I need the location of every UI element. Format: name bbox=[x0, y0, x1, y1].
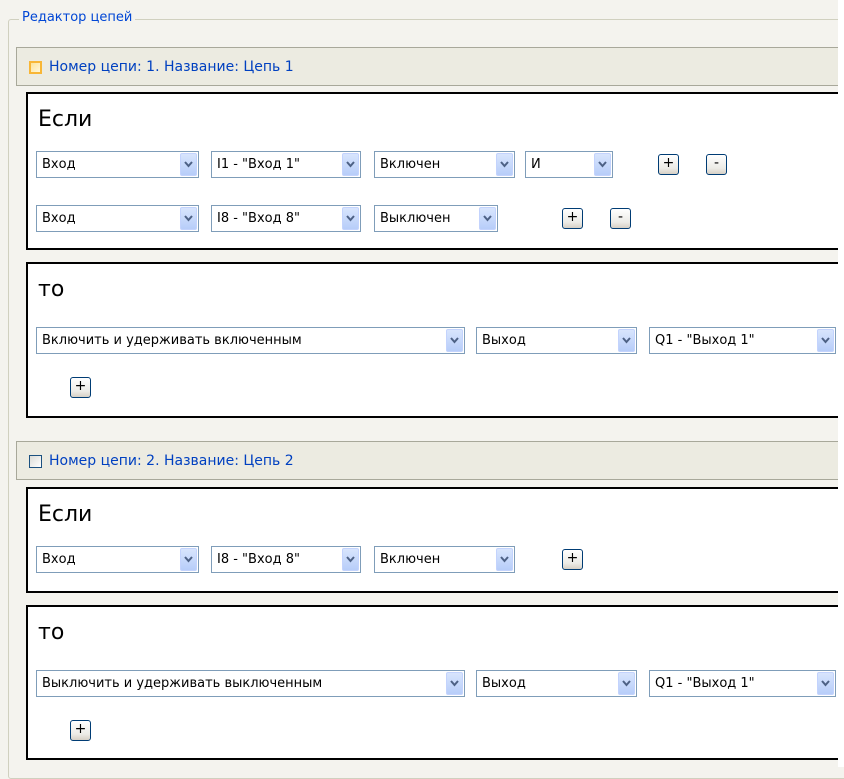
chain-2-if-title: Если bbox=[38, 502, 93, 527]
chain-2-title: Номер цепи: 2. Название: Цепь 2 bbox=[49, 453, 294, 469]
chain-2-if-row-1-state-select[interactable]: Включен bbox=[374, 546, 515, 573]
chevron-down-icon[interactable] bbox=[446, 672, 463, 695]
chain-2-if-row-1-type-select[interactable]: Вход bbox=[36, 546, 199, 573]
chain-2-if-row-1-item-select[interactable]: I8 - "Вход 8" bbox=[211, 546, 361, 573]
chain-1-if-row-2-remove-button[interactable]: - bbox=[610, 208, 631, 229]
chain-2-if-block: Если Вход I8 - "Вход 8" Включен + bbox=[26, 487, 844, 593]
chain-1-then-block: то Включить и удерживать включенным Выхо… bbox=[26, 262, 844, 418]
chain-1-if-row-2-item-select[interactable]: I8 - "Вход 8" bbox=[211, 205, 361, 232]
chain-2-then-row-1-action-select[interactable]: Выключить и удерживать выключенным bbox=[36, 670, 465, 697]
chain-1-then-title: то bbox=[38, 277, 65, 302]
chain-1-if-row-2-type-select[interactable]: Вход bbox=[36, 205, 199, 232]
chevron-down-icon[interactable] bbox=[817, 329, 834, 352]
chevron-down-icon[interactable] bbox=[496, 548, 513, 571]
chain-1-if-row-1-remove-button[interactable]: - bbox=[706, 154, 727, 175]
chain-2-header[interactable]: Номер цепи: 2. Название: Цепь 2 bbox=[16, 441, 844, 480]
chain-1-then-add-button[interactable]: + bbox=[70, 377, 91, 398]
chevron-down-icon[interactable] bbox=[342, 548, 359, 571]
chain-2-if-row-1-add-button[interactable]: + bbox=[562, 549, 583, 570]
chain-1-title: Номер цепи: 1. Название: Цепь 1 bbox=[49, 59, 294, 75]
chevron-down-icon[interactable] bbox=[180, 548, 197, 571]
chain-1-then-row-1-action-select[interactable]: Включить и удерживать включенным bbox=[36, 327, 465, 354]
chain-1-if-title: Если bbox=[38, 107, 93, 132]
chevron-down-icon[interactable] bbox=[817, 672, 834, 695]
chain-1-if-row-1-logic-select[interactable]: И bbox=[525, 151, 613, 178]
chain-1-if-row-1-add-button[interactable]: + bbox=[658, 154, 679, 175]
chevron-down-icon[interactable] bbox=[180, 153, 197, 176]
chevron-down-icon[interactable] bbox=[342, 153, 359, 176]
chevron-down-icon[interactable] bbox=[618, 672, 635, 695]
chevron-down-icon[interactable] bbox=[479, 207, 496, 230]
group-title: Редактор цепей bbox=[19, 10, 136, 26]
chain-2-checkbox[interactable] bbox=[29, 455, 42, 468]
chain-1-header[interactable]: Номер цепи: 1. Название: Цепь 1 bbox=[16, 47, 844, 86]
chevron-down-icon[interactable] bbox=[446, 329, 463, 352]
chain-1-if-block: Если Вход I1 - "Вход 1" Включен И + - Вх… bbox=[26, 92, 844, 250]
chain-1-if-row-1-state-select[interactable]: Включен bbox=[374, 151, 515, 178]
chain-2-then-add-button[interactable]: + bbox=[70, 720, 91, 741]
chain-1-checkbox[interactable] bbox=[29, 61, 42, 74]
chevron-down-icon[interactable] bbox=[496, 153, 513, 176]
chain-1-if-row-1-item-select[interactable]: I1 - "Вход 1" bbox=[211, 151, 361, 178]
chain-1-if-row-2-add-button[interactable]: + bbox=[562, 208, 583, 229]
right-edge bbox=[838, 0, 844, 767]
chevron-down-icon[interactable] bbox=[180, 207, 197, 230]
chain-2-then-title: то bbox=[38, 620, 65, 645]
chain-1-if-row-2-state-select[interactable]: Выключен bbox=[374, 205, 498, 232]
chain-1-then-row-1-target-select[interactable]: Q1 - "Выход 1" bbox=[649, 327, 836, 354]
chain-2-then-row-1-target-type-select[interactable]: Выход bbox=[476, 670, 637, 697]
chain-1-then-row-1-target-type-select[interactable]: Выход bbox=[476, 327, 637, 354]
chain-2-then-block: то Выключить и удерживать выключенным Вы… bbox=[26, 605, 844, 760]
chevron-down-icon[interactable] bbox=[594, 153, 611, 176]
chain-2-then-row-1-target-select[interactable]: Q1 - "Выход 1" bbox=[649, 670, 836, 697]
chain-1-if-row-1-type-select[interactable]: Вход bbox=[36, 151, 199, 178]
chevron-down-icon[interactable] bbox=[342, 207, 359, 230]
chevron-down-icon[interactable] bbox=[618, 329, 635, 352]
